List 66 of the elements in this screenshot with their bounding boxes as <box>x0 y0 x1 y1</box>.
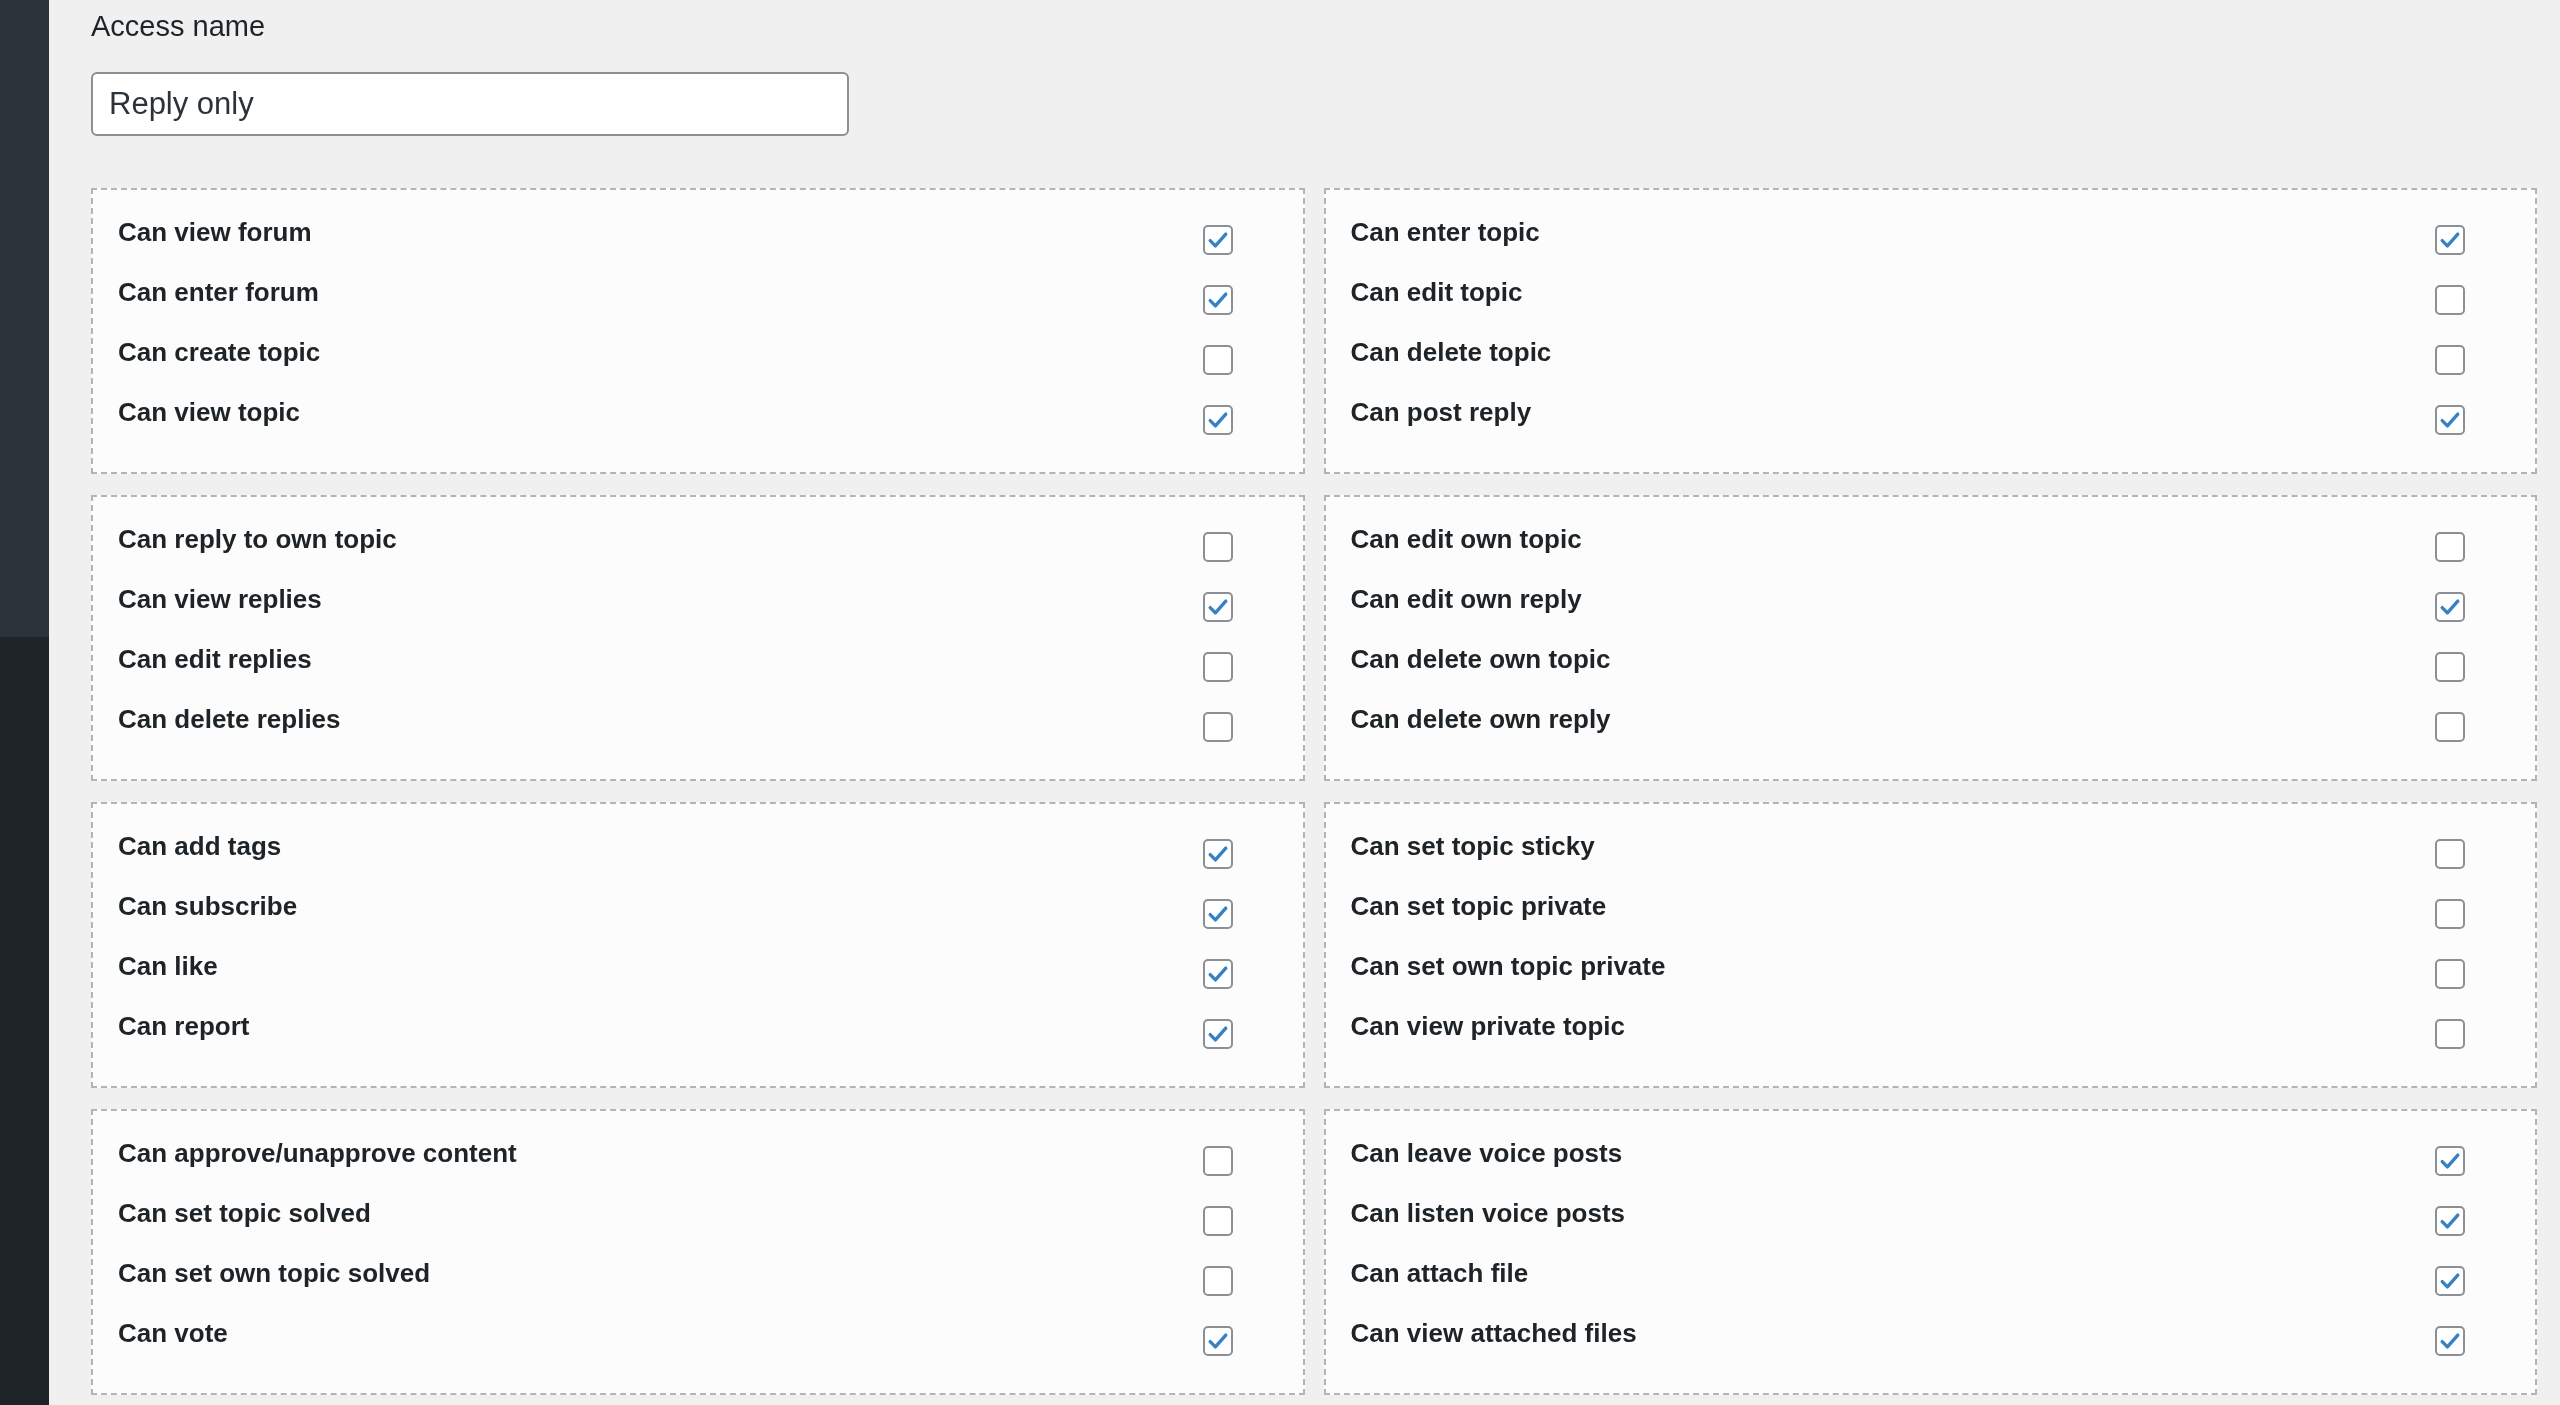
checkbox[interactable] <box>1202 1326 1233 1356</box>
checkbox[interactable] <box>2435 1019 2465 1049</box>
checkbox[interactable] <box>2435 1206 2465 1236</box>
permission-label: Can set own topic private <box>1350 950 1666 982</box>
checkbox[interactable] <box>1202 839 1233 869</box>
permission-label: Can listen voice posts <box>1350 1197 1626 1229</box>
checkbox[interactable] <box>1202 1206 1233 1236</box>
checkbox[interactable] <box>2435 839 2465 869</box>
checkbox[interactable] <box>1202 652 1233 682</box>
permission-label: Can set own topic solved <box>118 1257 431 1289</box>
permission-label: Can subscribe <box>118 890 298 922</box>
checkbox[interactable] <box>1202 899 1233 929</box>
permission-label: Can post reply <box>1350 396 1532 428</box>
checkbox[interactable] <box>2435 1326 2465 1356</box>
checkbox[interactable] <box>2435 1146 2465 1176</box>
checkbox[interactable] <box>2435 899 2465 929</box>
permission-label: Can delete replies <box>118 703 341 735</box>
permission-label: Can view forum <box>118 216 312 248</box>
checkbox[interactable] <box>2435 285 2465 315</box>
checkbox[interactable] <box>2435 959 2465 989</box>
checkbox[interactable] <box>1202 712 1233 742</box>
permission-label: Can edit own topic <box>1350 523 1582 555</box>
checkbox[interactable] <box>2435 405 2465 435</box>
permission-label: Can enter topic <box>1350 216 1540 248</box>
checkbox[interactable] <box>1202 285 1233 315</box>
checkbox[interactable] <box>1202 1019 1233 1049</box>
permission-label: Can set topic solved <box>118 1197 371 1229</box>
checkbox[interactable] <box>1202 959 1233 989</box>
permission-label: Can edit own reply <box>1350 583 1582 615</box>
permission-label: Can reply to own topic <box>118 523 397 555</box>
permission-label: Can edit replies <box>118 643 312 675</box>
checkbox[interactable] <box>1202 1266 1233 1296</box>
permission-label: Can delete own reply <box>1350 703 1611 735</box>
permission-label: Can delete topic <box>1350 336 1552 368</box>
checkbox[interactable] <box>1202 345 1233 375</box>
checkbox[interactable] <box>2435 592 2465 622</box>
permission-label: Can set topic private <box>1350 890 1607 922</box>
permission-label: Can view topic <box>118 396 301 428</box>
field-label: Access name <box>91 9 267 44</box>
permission-label: Can approve/unapprove content <box>118 1137 517 1169</box>
permission-label: Can vote <box>118 1317 228 1349</box>
permission-label: Can delete own topic <box>1350 643 1611 675</box>
permission-label: Can edit topic <box>1350 276 1523 308</box>
checkbox[interactable] <box>2435 712 2465 742</box>
permission-label: Can leave voice posts <box>1350 1137 1623 1169</box>
checkbox[interactable] <box>1202 532 1233 562</box>
checkbox[interactable] <box>2435 652 2465 682</box>
checkbox[interactable] <box>1202 405 1233 435</box>
permission-label: Can like <box>118 950 218 982</box>
permission-label: Can attach file <box>1350 1257 1529 1289</box>
checkbox[interactable] <box>1202 225 1233 255</box>
checkbox[interactable] <box>2435 1266 2465 1296</box>
checkbox[interactable] <box>2435 345 2465 375</box>
permission-label: Can create topic <box>118 336 321 368</box>
access-name-field[interactable]: Reply only <box>91 72 849 136</box>
permission-label: Can view replies <box>118 583 322 615</box>
checkbox[interactable] <box>2435 225 2465 255</box>
permission-label: Can view attached files <box>1350 1317 1637 1349</box>
permission-label: Can add tags <box>118 830 282 862</box>
permission-label: Can report <box>118 1010 250 1042</box>
checkbox[interactable] <box>1202 1146 1233 1176</box>
permission-label: Can view private topic <box>1350 1010 1626 1042</box>
checkbox[interactable] <box>1202 592 1233 622</box>
checkbox[interactable] <box>2435 532 2465 562</box>
permission-label: Can enter forum <box>118 276 319 308</box>
permission-label: Can set topic sticky <box>1350 830 1595 862</box>
